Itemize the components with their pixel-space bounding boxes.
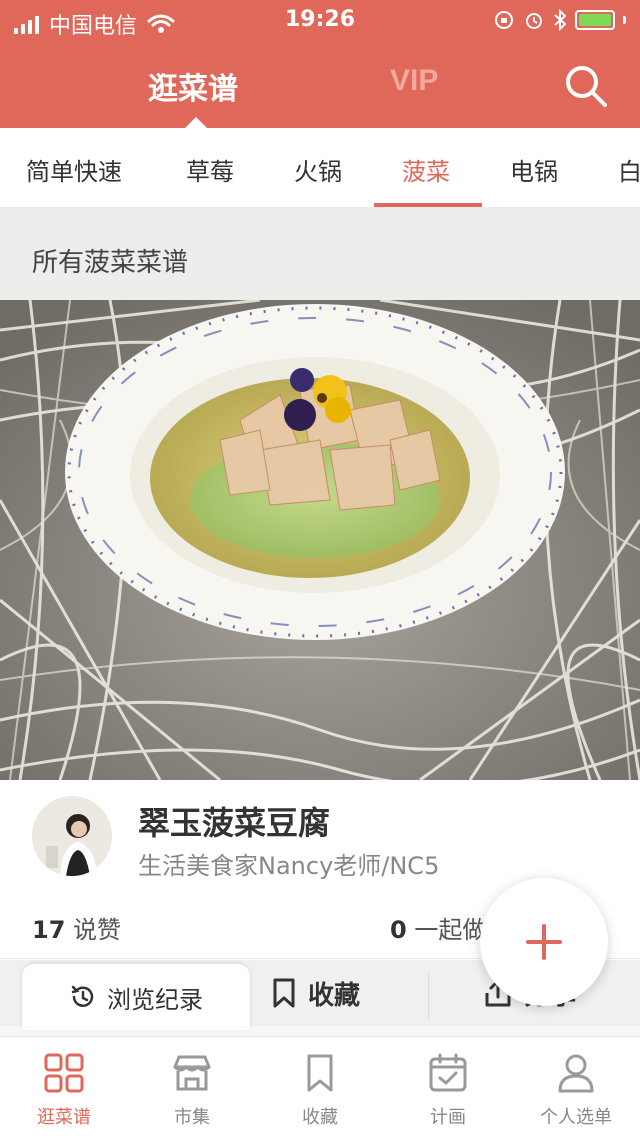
- bookmark-icon: [273, 978, 295, 1008]
- history-button[interactable]: 浏览纪录: [22, 964, 250, 1030]
- store-icon: [173, 1055, 211, 1091]
- top-header: 逛菜谱 VIP: [0, 42, 640, 128]
- favorite-button[interactable]: 收藏: [270, 960, 360, 1026]
- tab-bar-plan-label: 计画: [430, 1107, 466, 1128]
- section-title: 所有菠菜菜谱: [32, 248, 189, 278]
- favorite-label: 收藏: [308, 980, 361, 1011]
- battery-icon: [575, 10, 615, 30]
- tab-bar-browse[interactable]: 逛菜谱: [0, 1037, 128, 1136]
- tab-bar-plan[interactable]: 计画: [384, 1037, 512, 1136]
- cook-together-label: 一起做: [414, 916, 487, 944]
- author-avatar[interactable]: [32, 796, 112, 876]
- status-bar: 中国电信 19:26: [0, 0, 640, 42]
- battery-tip: [623, 16, 626, 24]
- bluetooth-icon: [554, 9, 567, 31]
- recipe-photo[interactable]: [0, 300, 640, 780]
- history-label: 浏览纪录: [107, 985, 203, 1014]
- recipe-author[interactable]: 生活美食家Nancy老师/NC5: [138, 846, 439, 881]
- cook-together-count: 0: [390, 916, 407, 944]
- action-separator: [428, 972, 429, 1020]
- tab-bar-browse-label: 逛菜谱: [37, 1107, 91, 1128]
- history-icon: [71, 985, 94, 1007]
- tab-bar-market[interactable]: 市集: [128, 1037, 256, 1136]
- status-right: [493, 9, 626, 31]
- category-tab-hotpot[interactable]: 火锅: [294, 152, 342, 187]
- category-tab-electric-pot[interactable]: 电锅: [510, 152, 558, 187]
- grid-icon: [44, 1053, 84, 1093]
- rotation-lock-icon: [495, 11, 513, 29]
- category-tab-spinach[interactable]: 菠菜: [402, 152, 450, 187]
- category-bar: 简单快速 草莓 火锅 菠菜 电锅 白: [0, 128, 640, 208]
- tab-browse-recipes[interactable]: 逛菜谱: [148, 64, 238, 108]
- tab-bar-market-label: 市集: [174, 1107, 210, 1128]
- tab-bar-favorites[interactable]: 收藏: [256, 1037, 384, 1136]
- section-header: 所有菠菜菜谱: [0, 208, 640, 300]
- category-tab-partial[interactable]: 白: [618, 152, 640, 187]
- bookmark-icon: [307, 1054, 333, 1092]
- bottom-tab-bar: 逛菜谱 市集 收藏 计画 个人选单: [0, 1036, 640, 1136]
- person-icon: [558, 1054, 594, 1093]
- recipe-title[interactable]: 翠玉菠菜豆腐: [138, 798, 330, 844]
- add-button[interactable]: [480, 878, 608, 1006]
- tab-vip[interactable]: VIP: [390, 64, 438, 98]
- likes-count: 17: [32, 916, 66, 944]
- tab-bar-favorites-label: 收藏: [302, 1107, 338, 1128]
- active-tab-indicator: [185, 117, 207, 128]
- plus-icon: [526, 924, 562, 960]
- category-tab-strawberry[interactable]: 草莓: [186, 152, 234, 187]
- likes-label: 说赞: [73, 916, 122, 944]
- cook-together-stat[interactable]: 0 一起做: [390, 910, 486, 945]
- tab-bar-profile-label: 个人选单: [540, 1107, 612, 1128]
- search-icon[interactable]: [562, 62, 610, 110]
- tab-bar-profile[interactable]: 个人选单: [512, 1037, 640, 1136]
- category-tab-quick[interactable]: 简单快速: [26, 152, 122, 187]
- calendar-check-icon: [429, 1053, 467, 1092]
- likes-stat[interactable]: 17 说赞: [32, 910, 121, 945]
- avatar-illustration: [32, 796, 112, 876]
- recipe-photo-illustration: [0, 300, 640, 780]
- alarm-icon: [526, 13, 542, 29]
- category-active-underline: [374, 203, 482, 207]
